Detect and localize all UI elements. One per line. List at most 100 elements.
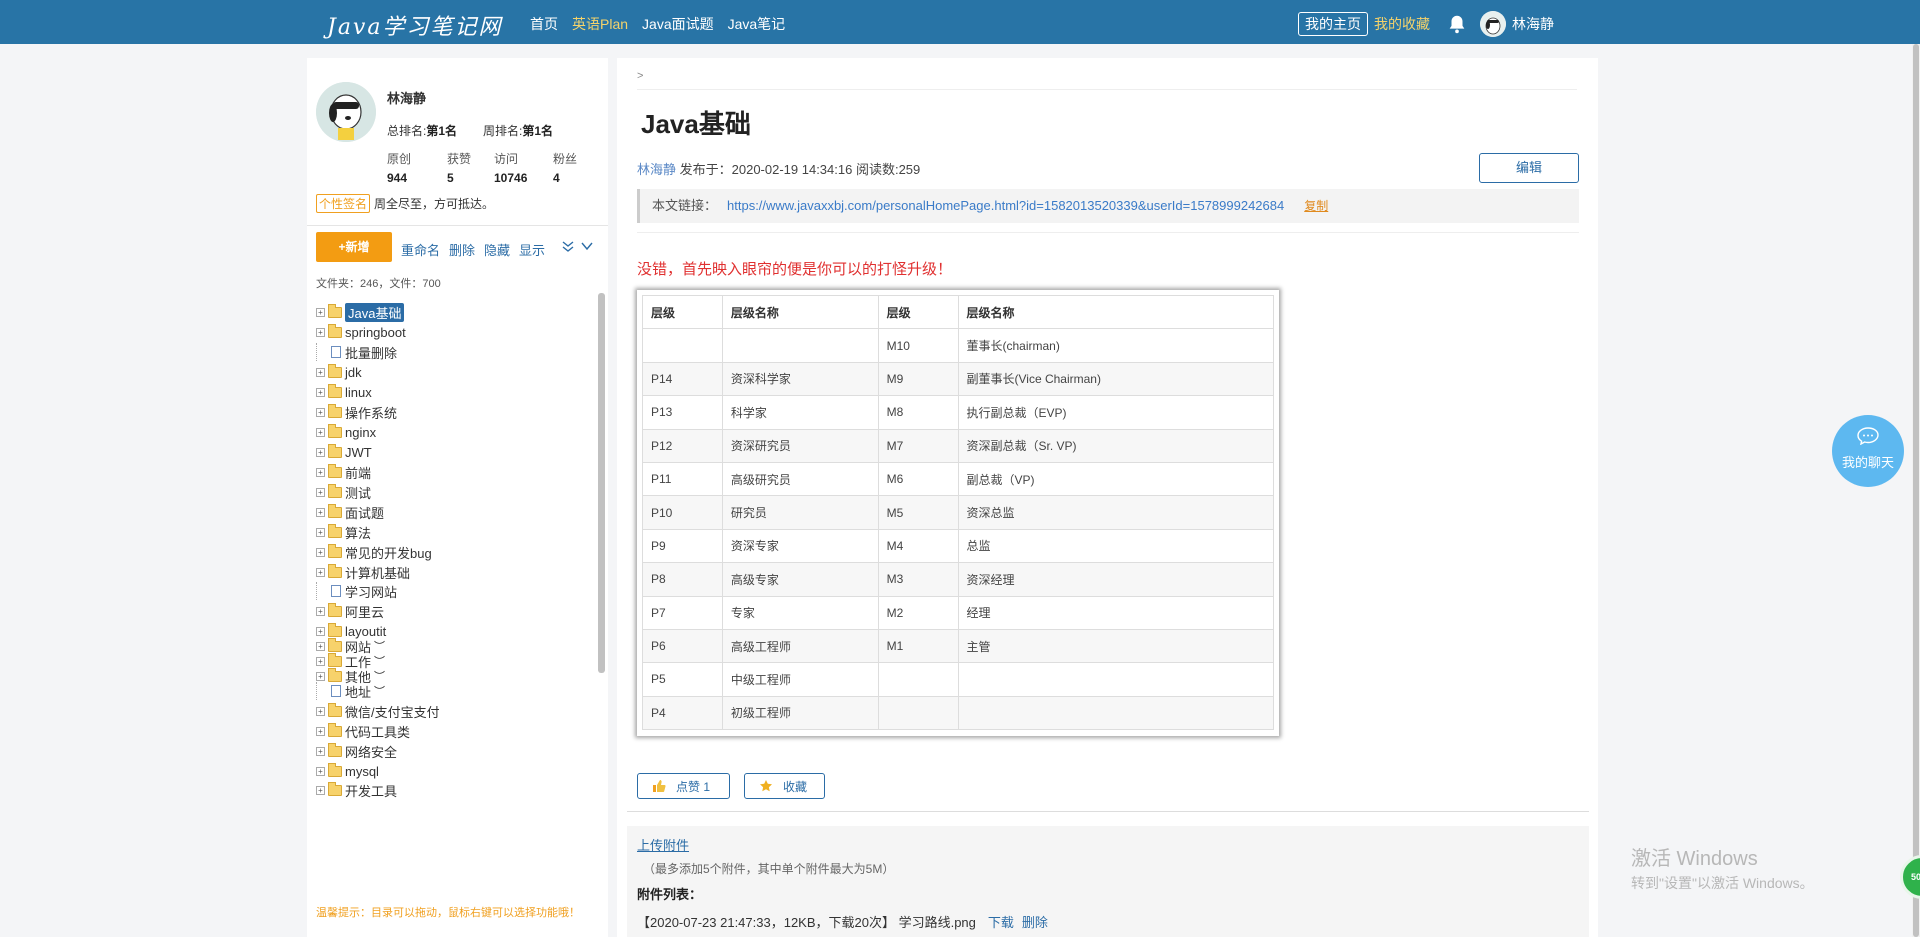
tree-item[interactable]: + 微信/支付宝支付 xyxy=(316,702,440,720)
chat-float-button[interactable]: 我的聊天 xyxy=(1832,415,1904,487)
tree-item-label: 前端 xyxy=(345,465,372,481)
my-homepage-button[interactable]: 我的主页 xyxy=(1298,12,1368,36)
tree-item[interactable]: + 阿里云 xyxy=(316,602,384,620)
rename-button[interactable]: 重命名 xyxy=(401,240,440,259)
table-cell: P13 xyxy=(642,395,723,430)
table-cell: 资深总监 xyxy=(957,495,1274,530)
expand-icon[interactable]: + xyxy=(316,671,325,681)
upload-attachment-link[interactable]: 上传附件 xyxy=(637,835,689,854)
tree-item[interactable]: + 算法 xyxy=(316,523,371,541)
author-link[interactable]: 林海静 xyxy=(637,162,676,177)
bell-icon[interactable] xyxy=(1446,13,1468,35)
top-navbar: Java学习笔记网 首页 英语Plan Java面试题 Java笔记 我的主页 … xyxy=(0,0,1920,44)
download-link[interactable]: 下载 xyxy=(988,915,1014,930)
expand-icon[interactable]: + xyxy=(316,487,325,497)
like-button[interactable]: 点赞 1 xyxy=(637,773,730,799)
expand-icon[interactable]: + xyxy=(316,656,325,666)
table-cell: M6 xyxy=(877,461,959,497)
nav-home[interactable]: 首页 xyxy=(530,14,558,34)
expand-icon[interactable]: + xyxy=(316,527,325,537)
table-cell: 经理 xyxy=(957,595,1274,630)
week-rank-label: 周排名: xyxy=(483,124,523,138)
table-cell xyxy=(877,662,959,697)
profile-name[interactable]: 林海静 xyxy=(387,88,426,107)
tree-item[interactable]: + 测试 xyxy=(316,483,371,501)
tree-item[interactable]: + nginx xyxy=(316,423,376,441)
favorite-button[interactable]: 收藏 xyxy=(744,773,825,799)
nav-java-interview[interactable]: Java面试题 xyxy=(642,14,714,34)
new-item-button[interactable]: +新增 xyxy=(316,232,392,262)
tree-item[interactable]: + 开发工具 xyxy=(316,781,397,799)
expand-icon[interactable]: + xyxy=(316,746,325,756)
tree-item[interactable]: + 前端 xyxy=(316,463,371,481)
tree-line xyxy=(316,582,328,600)
expand-icon[interactable]: + xyxy=(316,427,325,437)
expand-icon[interactable]: + xyxy=(316,547,325,557)
expand-icon[interactable]: + xyxy=(316,367,325,377)
tree-item[interactable]: 学习网站 xyxy=(316,582,397,600)
my-favorites-link[interactable]: 我的收藏 xyxy=(1374,14,1430,34)
tree-item[interactable]: + JWT xyxy=(316,443,372,461)
tree-item-label: 测试 xyxy=(345,485,372,501)
permalink-url[interactable]: https://www.javaxxbj.com/personalHomePag… xyxy=(727,198,1284,213)
username-label[interactable]: 林海静 xyxy=(1512,14,1554,34)
tree-item[interactable]: + 面试题 xyxy=(316,503,384,521)
expand-icon[interactable]: + xyxy=(316,407,325,417)
article-meta: 林海静 发布于：2020-02-19 14:34:16 阅读数:259 xyxy=(637,159,920,178)
table-cell: 资深专家 xyxy=(721,528,879,564)
expand-icon[interactable]: + xyxy=(316,467,325,477)
table-cell xyxy=(877,695,959,731)
nav-english-plan[interactable]: 英语Plan xyxy=(572,14,628,34)
table-row: P12 资深研究员 M7 资深副总裁（Sr. VP) xyxy=(642,428,1274,463)
expand-icon[interactable]: + xyxy=(316,726,325,736)
tree-item[interactable]: + 常见的开发bug xyxy=(316,543,432,561)
expand-icon[interactable]: + xyxy=(316,785,325,795)
copy-link-button[interactable]: 复制 xyxy=(1304,199,1328,213)
expand-icon[interactable]: + xyxy=(316,606,325,616)
expand-icon[interactable]: + xyxy=(316,507,325,517)
profile-avatar[interactable] xyxy=(316,82,376,142)
expand-icon[interactable]: + xyxy=(316,327,325,337)
tree-scrollbar[interactable] xyxy=(598,293,605,673)
chevron-down-icon[interactable]: ︶ xyxy=(374,683,385,699)
rank-row: 总排名:第1名 周排名:第1名 xyxy=(387,122,553,139)
table-row: P7 专家 M2 经理 xyxy=(642,595,1274,630)
page-scrollbar[interactable] xyxy=(1913,44,1919,937)
delete-attachment-link[interactable]: 删除 xyxy=(1022,915,1048,930)
stat-label: 粉丝 xyxy=(553,152,578,166)
expand-icon[interactable]: + xyxy=(316,766,325,776)
thumbs-up-icon xyxy=(653,780,666,792)
tree-item[interactable]: + springboot xyxy=(316,323,406,341)
show-button[interactable]: 显示 xyxy=(519,240,545,259)
tree-item[interactable]: + 计算机基础 xyxy=(316,563,410,581)
tree-item[interactable]: 地址 ︶ xyxy=(316,682,385,700)
delete-button[interactable]: 删除 xyxy=(449,240,475,259)
expand-icon[interactable]: + xyxy=(316,307,325,317)
tree-item[interactable]: + Java基础 xyxy=(316,302,405,322)
user-avatar[interactable] xyxy=(1480,11,1506,37)
expand-icon[interactable]: + xyxy=(316,641,325,651)
hide-button[interactable]: 隐藏 xyxy=(484,240,510,259)
collapse-all-icon[interactable] xyxy=(561,239,575,253)
edit-button[interactable]: 编辑 xyxy=(1479,153,1579,183)
chevron-down-icon[interactable] xyxy=(580,239,594,253)
permalink-label: 本文链接： xyxy=(652,198,718,213)
expand-icon[interactable]: + xyxy=(316,567,325,577)
tree-item[interactable]: 批量删除 xyxy=(316,343,397,361)
table-cell: P11 xyxy=(642,461,723,497)
tree-item[interactable]: + 网络安全 xyxy=(316,742,397,760)
floating-badge[interactable]: 50 xyxy=(1900,855,1920,899)
tree-item[interactable]: + jdk xyxy=(316,363,362,381)
tree-item[interactable]: + mysql xyxy=(316,762,379,780)
tree-item[interactable]: + 代码工具类 xyxy=(316,722,410,740)
tree-item[interactable]: + 操作系统 xyxy=(316,403,397,421)
tree-item[interactable]: + linux xyxy=(316,383,372,401)
site-logo[interactable]: Java学习笔记网 xyxy=(327,9,502,41)
expand-icon[interactable]: + xyxy=(316,447,325,457)
expand-icon[interactable]: + xyxy=(316,387,325,397)
stat-value: 944 xyxy=(387,171,408,185)
expand-icon[interactable]: + xyxy=(316,706,325,716)
expand-icon[interactable]: + xyxy=(316,626,325,636)
attachments-section: 上传附件 （最多添加5个附件，其中单个附件最大为5M） 附件列表： 【2020-… xyxy=(627,826,1589,937)
nav-java-notes[interactable]: Java笔记 xyxy=(728,14,786,34)
